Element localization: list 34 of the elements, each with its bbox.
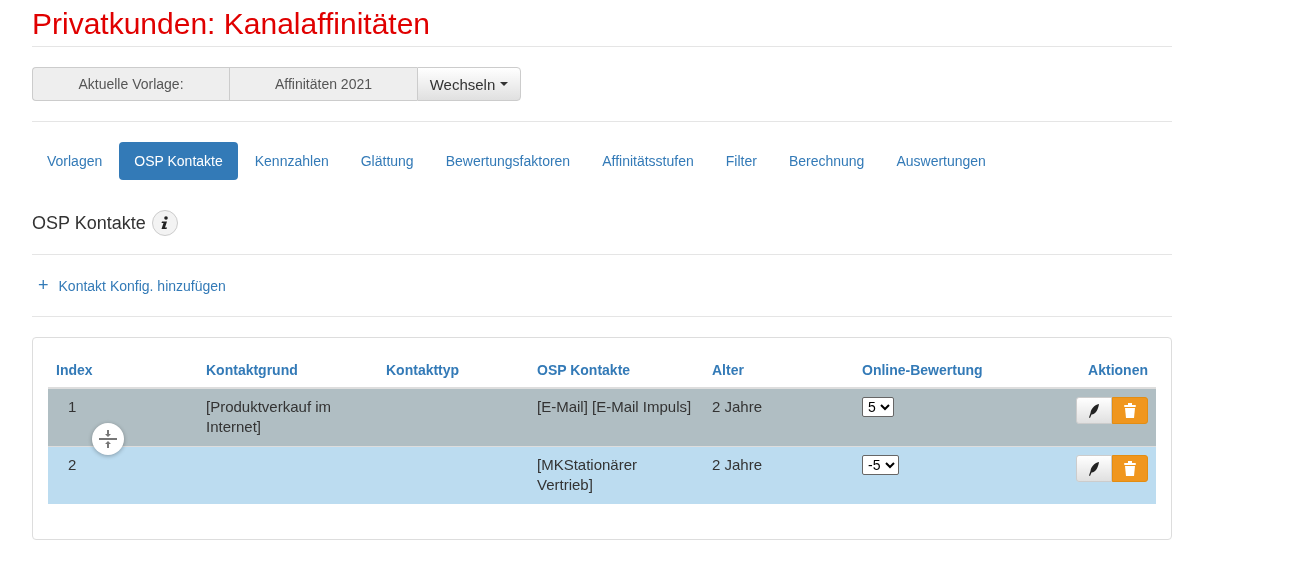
nav-tab[interactable]: Auswertungen — [881, 142, 1001, 180]
nav-tab[interactable]: Affinitätsstufen — [587, 142, 709, 180]
edit-button[interactable] — [1076, 397, 1112, 424]
rating-select[interactable]: -5 — [862, 455, 899, 475]
table-cell: 1 — [68, 398, 77, 415]
feather-icon — [1088, 403, 1100, 418]
rating-select[interactable]: 5 — [862, 397, 894, 417]
plus-icon[interactable]: + — [38, 275, 49, 296]
table-cell: [MKStationärer Vertrieb] — [537, 456, 638, 493]
nav-tab[interactable]: Kennzahlen — [239, 142, 344, 180]
nav-tab[interactable]: Filter — [710, 142, 772, 180]
nav-tab[interactable]: Bewertungsfaktoren — [430, 142, 586, 180]
feather-icon — [1088, 461, 1100, 476]
info-icon[interactable] — [151, 210, 178, 236]
table-row[interactable]: 1 [Produktverkauf im Internet] [E-Mail] [E-Mail Impuls] 2 Jahre 5 — [48, 388, 1156, 447]
nav-tab[interactable]: Berechnung — [773, 142, 880, 180]
table-cell: [E-Mail] [E-Mail Impuls] — [537, 398, 692, 415]
add-contact-link[interactable]: Kontakt Konfig. hinzufügen — [58, 277, 226, 294]
page-title: Privatkunden: Kanalaffinitäten — [32, 6, 432, 42]
edit-button[interactable] — [1076, 455, 1112, 482]
switch-dropdown-button[interactable]: Wechseln — [417, 67, 521, 101]
table-cell: 2 Jahre — [712, 398, 763, 415]
table-cell: 2 Jahre — [712, 456, 763, 473]
table-cell: [Produktverkauf im Internet] — [206, 398, 332, 435]
table-row[interactable]: 2 [MKStationärer Vertrieb] 2 Jahre -5 — [48, 446, 1156, 504]
template-label: Aktuelle Vorlage: — [32, 67, 229, 101]
nav-tab[interactable]: OSP Kontakte — [119, 142, 238, 180]
trash-icon — [1124, 403, 1136, 418]
template-value: Affinitäten 2021 — [229, 67, 417, 101]
nav-tab[interactable]: Glättung — [345, 142, 429, 180]
trash-icon — [1124, 461, 1136, 476]
table-cell: 2 — [68, 456, 77, 473]
section-title: OSP Kontakte — [32, 212, 146, 234]
nav-tab[interactable]: Vorlagen — [32, 142, 118, 180]
